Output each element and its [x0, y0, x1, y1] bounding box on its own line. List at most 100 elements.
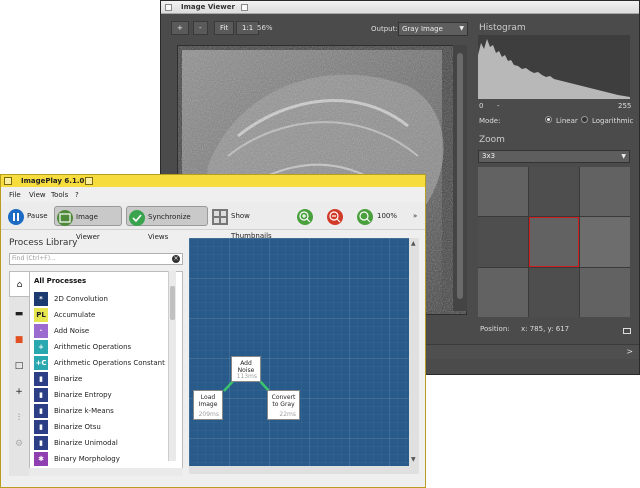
chevron-down-icon: ▼ — [621, 153, 626, 160]
process-item-label: Add Noise — [54, 327, 90, 335]
zoom-cell — [580, 167, 630, 217]
zoom-pixel-grid — [478, 167, 630, 317]
chevron-right-icon[interactable]: > — [626, 347, 633, 356]
main-toolbar: Pause Image Viewer Synchronize Views Sho… — [1, 202, 425, 241]
process-item[interactable]: ▮ Binarize k-Means — [34, 404, 168, 418]
output-select[interactable]: Gray Image ▼ — [398, 22, 468, 36]
process-item[interactable]: PL Accumulate — [34, 308, 168, 322]
menu-view[interactable]: View — [29, 191, 46, 199]
plus-icon[interactable]: + — [9, 379, 29, 405]
actual-size-button[interactable]: 1:1 — [236, 21, 260, 35]
process-item[interactable]: + Arithmetic Operations — [34, 340, 168, 354]
zoom-reset-button[interactable]: 100% — [355, 206, 403, 226]
process-icon: ▮ — [34, 388, 48, 402]
linear-radio[interactable] — [545, 116, 552, 123]
menu-tools[interactable]: Tools — [51, 191, 68, 199]
process-item[interactable]: ✱ Binary Morphology — [34, 452, 168, 466]
process-graph-canvas[interactable]: Add Noise 113ms Load Image 209ms Convert… — [189, 238, 419, 466]
synchronize-views-button[interactable]: Synchronize Views — [126, 206, 208, 241]
menu-file[interactable]: File — [9, 191, 21, 199]
zoom-out-icon — [327, 209, 343, 225]
zoom-cell — [478, 267, 528, 317]
square-icon[interactable]: □ — [9, 353, 29, 379]
lock-icon[interactable] — [623, 328, 631, 334]
grid-icon[interactable]: ▬ — [9, 301, 29, 327]
scroll-down-icon[interactable]: ▼ — [411, 456, 416, 463]
toolbar-overflow-button[interactable]: » — [413, 206, 423, 226]
image-vertical-scrollbar[interactable] — [453, 45, 467, 311]
node-time: 113ms — [236, 373, 257, 380]
zoom-out-button[interactable] — [325, 206, 345, 226]
linear-radio-label[interactable]: Linear — [556, 117, 578, 125]
process-item[interactable]: ▮ Binarize — [34, 372, 168, 386]
fit-button[interactable]: Fit — [214, 21, 235, 35]
logarithmic-radio-label[interactable]: Logarithmic — [592, 117, 633, 125]
menu-help[interactable]: ? — [75, 191, 79, 199]
image-viewer-titlebar[interactable]: Image Viewer — [161, 1, 639, 14]
process-library-title: Process Library — [9, 238, 78, 248]
process-icon: ▮ — [34, 404, 48, 418]
node-convert-to-gray[interactable]: Convert to Gray 22ms — [267, 390, 300, 420]
zoom-size-select[interactable]: 3x3 ▼ — [478, 150, 630, 163]
logarithmic-radio[interactable] — [581, 116, 588, 123]
process-item[interactable]: * 2D Convolution — [34, 292, 168, 306]
process-item[interactable]: ▮ Binarize Entropy — [34, 388, 168, 402]
float-window-icon[interactable] — [241, 4, 248, 11]
pause-icon — [8, 209, 24, 225]
float-window-icon[interactable] — [85, 177, 93, 185]
node-add-noise[interactable]: Add Noise 113ms — [231, 356, 261, 382]
zoom-in-button[interactable]: + — [171, 21, 189, 35]
gear-icon[interactable]: ⚙ — [9, 431, 29, 457]
zoom-in-button[interactable] — [295, 206, 315, 226]
imageplay-titlebar[interactable]: ImagePlay 6.1.0 — [1, 175, 425, 187]
pause-button[interactable]: Pause — [6, 206, 50, 226]
zoom-cell — [478, 217, 528, 267]
process-icon: ▮ — [34, 436, 48, 450]
zoom-title: Zoom — [479, 135, 505, 145]
process-list-scrollbar[interactable] — [168, 271, 176, 461]
node-time: 209ms — [198, 411, 219, 418]
process-icon: +C — [34, 356, 48, 370]
show-thumbnails-button[interactable]: Show Thumbnails — [211, 206, 286, 240]
scroll-up-icon[interactable]: ▲ — [411, 240, 416, 247]
process-item[interactable]: ▮ Binarize Otsu — [34, 420, 168, 434]
window-menu-icon[interactable] — [4, 177, 12, 185]
process-item-label: Binarize k-Means — [54, 407, 114, 415]
clear-icon[interactable]: × — [172, 255, 180, 263]
process-icon: ✱ — [34, 452, 48, 466]
process-icon: ▮ — [34, 420, 48, 434]
process-item[interactable]: +C Arithmetic Operations Constant — [34, 356, 168, 370]
process-list: All Processes * 2D Convolution PL Accumulat… — [29, 271, 183, 476]
process-item-label: 2D Convolution — [54, 295, 108, 303]
home-icon[interactable]: ⌂ — [9, 271, 29, 297]
process-item-label: Binarize Unimodal — [54, 439, 118, 447]
histogram-mid-tick: - — [497, 102, 500, 110]
graph-connectors — [223, 379, 270, 392]
find-input[interactable]: Find (Ctrl+F)... × — [9, 253, 183, 265]
menu-bar: File View Tools ? — [1, 189, 425, 201]
zoom-out-button[interactable]: - — [193, 21, 208, 35]
graph-vertical-scrollbar[interactable]: ▲ ▼ — [409, 238, 419, 466]
graph-horizontal-scrollbar[interactable] — [189, 466, 419, 474]
image-viewer-label: Image Viewer — [76, 213, 100, 241]
category-title: All Processes — [34, 277, 87, 285]
histogram-plot — [478, 35, 630, 99]
process-list-hscrollbar[interactable] — [29, 468, 183, 476]
graph-icon[interactable]: ⫶ — [9, 405, 29, 431]
color-icon[interactable]: ■ — [9, 327, 29, 353]
histogram-max-tick: 255 — [618, 102, 632, 110]
scrollbar-thumb[interactable] — [457, 53, 463, 299]
scrollbar-thumb[interactable] — [170, 286, 175, 320]
output-select-value: Gray Image — [402, 25, 443, 33]
window-menu-icon[interactable] — [165, 4, 172, 11]
node-load-image[interactable]: Load Image 209ms — [193, 390, 223, 420]
process-item[interactable]: · Add Noise — [34, 324, 168, 338]
viewer-zoom-level: 56% — [257, 24, 273, 32]
image-viewer-icon — [57, 210, 73, 226]
node-name: Convert to Gray — [271, 394, 296, 408]
process-item[interactable]: ▮ Binarize Unimodal — [34, 436, 168, 450]
process-icon: ▮ — [34, 372, 48, 386]
histogram-title: Histogram — [479, 23, 526, 33]
zoom-icon — [357, 209, 373, 225]
image-viewer-button[interactable]: Image Viewer — [54, 206, 122, 241]
